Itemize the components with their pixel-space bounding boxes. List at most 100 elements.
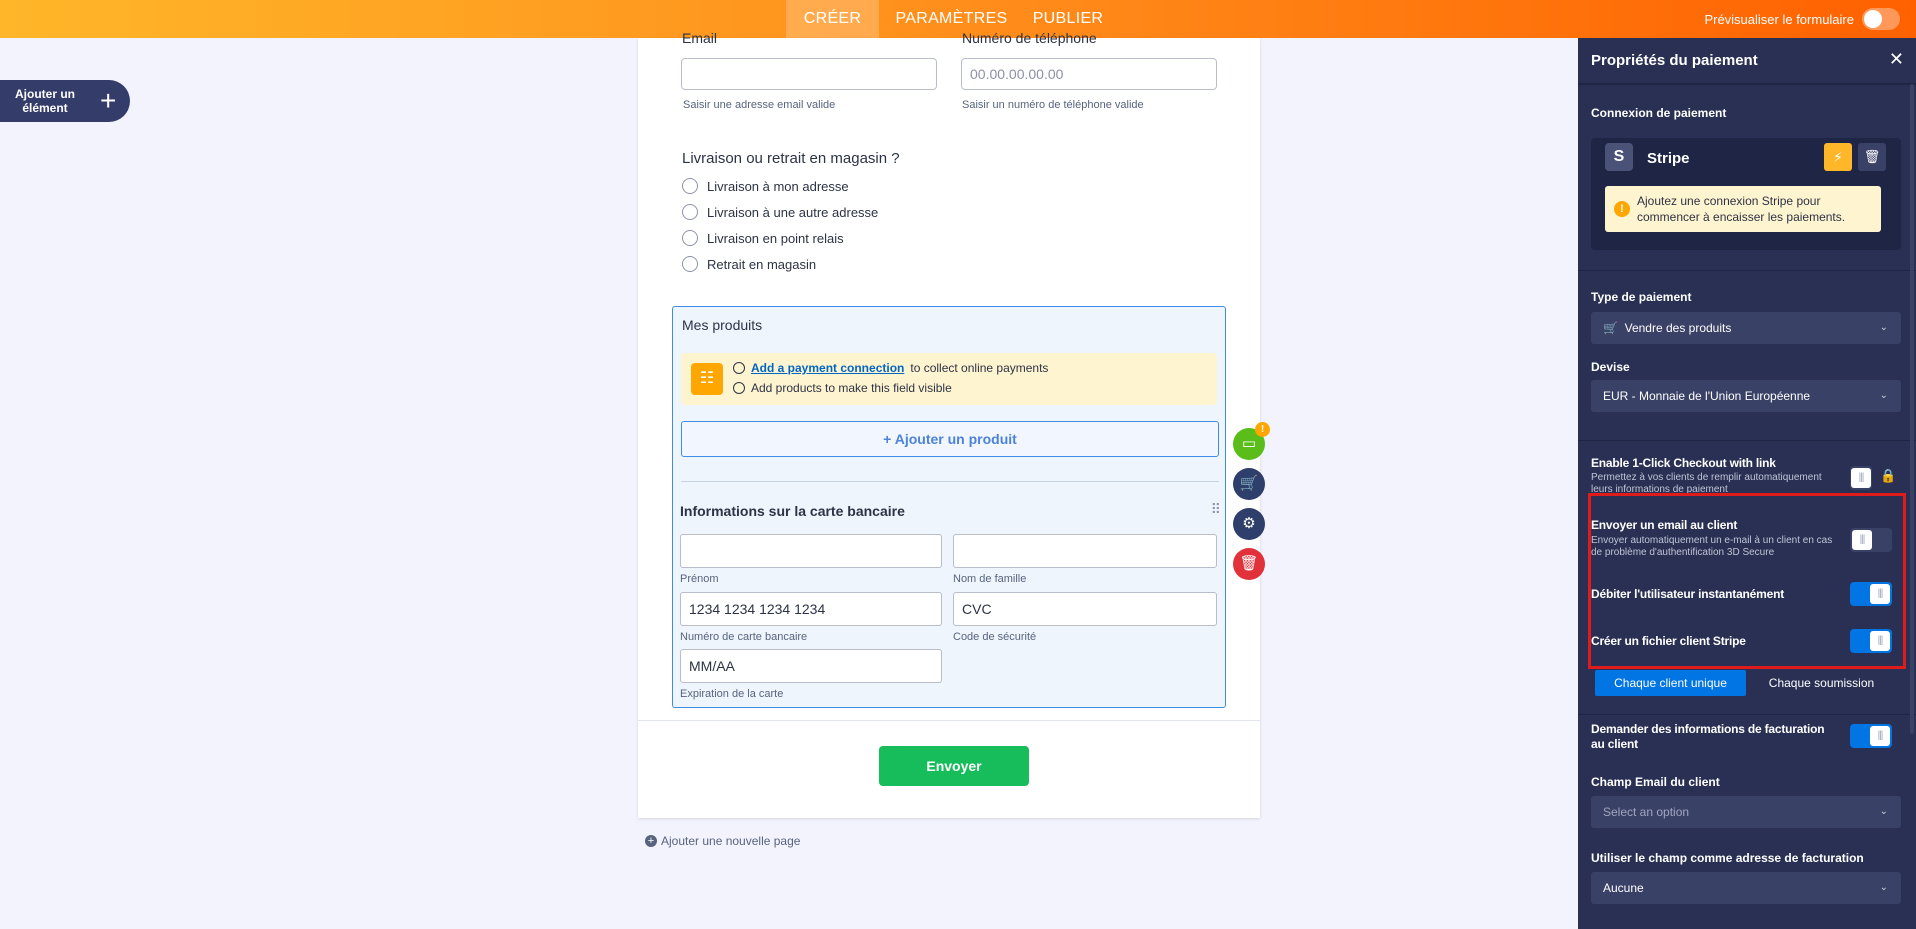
delivery-option-label: Retrait en magasin [707,256,817,272]
toggle-knob: ||| [1870,726,1890,746]
debit-title: Débiter l'utilisateur instantanément [1591,587,1785,601]
products-field[interactable]: Mes produits ☷ Add a payment connection … [672,306,1226,708]
divider [1578,270,1916,271]
customer-file-mode: Chaque client unique Chaque soumission [1595,670,1897,696]
toggle-knob: ||| [1870,631,1890,651]
last-name-label: Nom de famille [953,573,1027,585]
divider [1578,440,1916,441]
stripe-logo: S [1605,143,1633,171]
last-name-field[interactable] [953,534,1217,568]
warning-badge: ! [1255,422,1270,437]
email-field[interactable] [681,58,937,90]
trash-icon[interactable]: 🗑 [1233,548,1265,580]
form-card: Email Saisir une adresse email valide Nu… [638,30,1260,818]
notice-line-2: Add products to make this field visible [733,381,952,395]
stripe-warning: ! Ajoutez une connexion Stripe pour comm… [1605,186,1881,232]
plug-icon[interactable]: ⚡ [1824,143,1852,171]
delivery-option-label: Livraison à mon adresse [707,178,849,194]
send-email-desc: Envoyer automatiquement un e-mail à un c… [1591,535,1833,558]
delivery-option[interactable]: Retrait en magasin [682,256,816,272]
toggle-knob: ||| [1852,530,1872,550]
preview-toggle-group: Prévisualiser le formulaire [1704,0,1900,38]
gear-icon[interactable]: ⚙ [1233,508,1265,540]
card-number-field[interactable]: 1234 1234 1234 1234 [680,592,942,626]
phone-label: Numéro de téléphone [962,30,1097,46]
submit-button[interactable]: Envoyer [879,746,1029,786]
add-payment-connection-link[interactable]: Add a payment connection [751,361,904,375]
tab-create[interactable]: CRÉER [786,0,879,38]
first-name-label: Prénom [680,573,719,585]
panel-scrollbar[interactable] [1910,84,1914,734]
currency-select[interactable]: EUR - Monnaie de l'Union Européenne ⌄ [1591,380,1901,412]
cart-icon: 🛒 [1603,321,1625,335]
chevron-down-icon: ⌄ [1879,322,1888,333]
customer-file-toggle[interactable]: ||| [1850,629,1892,653]
billing-field-select[interactable]: Aucune ⌄ [1591,872,1901,904]
radio-icon[interactable] [682,230,698,246]
plus-circle-icon: + [645,835,657,847]
first-name-field[interactable] [680,534,942,568]
chevron-down-icon: ⌄ [1879,390,1888,401]
email-field-select[interactable]: Select an option ⌄ [1591,796,1901,828]
payment-type-select[interactable]: 🛒 Vendre des produits ⌄ [1591,312,1901,344]
drag-handle-icon[interactable]: ⠿ [1211,501,1221,518]
preview-toggle[interactable] [1862,8,1900,30]
phone-field[interactable]: 00.00.00.00.00 [961,58,1217,90]
payment-card-icon[interactable]: ▭ ! [1233,422,1270,460]
one-click-toggle[interactable]: ||| [1850,466,1872,490]
payment-type-title: Type de paiement [1591,290,1692,304]
divider [1578,84,1916,85]
billing-field-value: Aucune [1603,881,1644,895]
add-page-button[interactable]: + Ajouter une nouvelle page [645,834,800,848]
email-label: Email [682,30,718,46]
delivery-option[interactable]: Livraison en point relais [682,230,844,246]
circle-icon [733,362,745,374]
delivery-option-label: Livraison à une autre adresse [707,204,879,220]
billing-field-title: Utiliser le champ comme adresse de factu… [1591,851,1864,865]
send-email-toggle[interactable]: ||| [1850,528,1892,552]
checklist-icon: ☷ [691,363,723,395]
add-product-button[interactable]: + Ajouter un produit [681,421,1219,457]
products-title: Mes produits [682,317,763,333]
preview-label: Prévisualiser le formulaire [1704,11,1854,27]
delivery-option-label: Livraison en point relais [707,230,844,246]
panel-header: Propriétés du paiement ✕ [1578,38,1916,84]
add-page-label: Ajouter une nouvelle page [661,834,801,848]
add-element-button[interactable]: Ajouter un élément + [0,80,130,122]
toggle-knob: ||| [1851,468,1871,488]
divider [1578,714,1916,715]
trash-icon[interactable]: 🗑 [1858,143,1886,171]
radio-icon[interactable] [682,178,698,194]
top-bar: CRÉER PARAMÈTRES PUBLIER Prévisualiser l… [0,0,1916,38]
billing-toggle[interactable]: ||| [1850,724,1892,748]
seg-each-submission[interactable]: Chaque soumission [1746,670,1897,696]
chevron-down-icon: ⌄ [1879,806,1888,817]
delivery-option[interactable]: Livraison à une autre adresse [682,204,878,220]
connection-title: Connexion de paiement [1591,106,1727,120]
cart-icon[interactable]: 🛒 [1233,468,1265,500]
chevron-down-icon: ⌄ [1879,882,1888,893]
email-field-placeholder: Select an option [1603,805,1690,819]
close-icon[interactable]: ✕ [1889,49,1904,70]
expiry-label: Expiration de la carte [680,688,784,700]
currency-title: Devise [1591,360,1630,374]
delivery-question: Livraison ou retrait en magasin ? [682,150,900,167]
radio-icon[interactable] [682,204,698,220]
payment-type-value: Vendre des produits [1624,321,1732,335]
send-email-title: Envoyer un email au client [1591,518,1738,532]
circle-icon [733,382,745,394]
one-click-desc: Permettez à vos clients de remplir autom… [1591,472,1822,495]
phone-help: Saisir un numéro de téléphone valide [962,99,1144,111]
debit-toggle[interactable]: ||| [1850,582,1892,606]
billing-title: Demander des informations de facturation… [1591,722,1825,751]
radio-icon[interactable] [682,256,698,272]
payment-notice: ☷ Add a payment connection to collect on… [681,353,1217,405]
delivery-option[interactable]: Livraison à mon adresse [682,178,849,194]
notice-line-2-text: Add products to make this field visible [751,381,952,395]
cvc-field[interactable]: CVC [953,592,1217,626]
seg-each-client[interactable]: Chaque client unique [1595,670,1746,696]
plus-icon: + [100,85,117,116]
card-title: Informations sur la carte bancaire [680,503,905,519]
expiry-field[interactable]: MM/AA [680,649,942,683]
email-field-title: Champ Email du client [1591,775,1720,789]
